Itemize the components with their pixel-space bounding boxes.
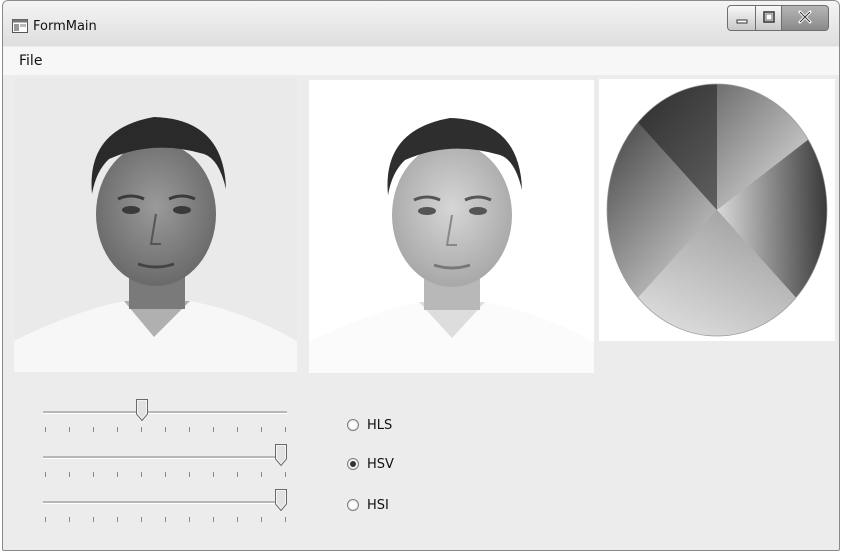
form-app-icon: [12, 19, 28, 33]
slider-tick: [189, 427, 190, 432]
close-button[interactable]: [781, 5, 829, 31]
slider-tick: [261, 427, 262, 432]
minimize-button[interactable]: [727, 5, 756, 31]
menu-bar: File: [3, 47, 839, 75]
radio-hsv[interactable]: HSV: [347, 454, 394, 474]
slider-tick: [45, 427, 46, 432]
maximize-button[interactable]: [755, 5, 782, 31]
slider-tick: [141, 517, 142, 522]
slider-tick: [141, 427, 142, 432]
slider-tick: [237, 517, 238, 522]
slider-tick: [93, 427, 94, 432]
color-wheel: [606, 83, 828, 337]
color-wheel-panel: [599, 79, 835, 341]
title-bar[interactable]: FormMain: [3, 1, 839, 46]
slider-tick: [285, 472, 286, 477]
slider-tick: [237, 472, 238, 477]
original-image: [14, 79, 297, 372]
radio-hls-circle[interactable]: [347, 419, 359, 431]
minimize-icon: [736, 19, 748, 24]
slider-tick: [189, 517, 190, 522]
slider-tick: [285, 517, 286, 522]
slider-tick: [213, 427, 214, 432]
processed-image: [309, 80, 594, 373]
radio-hls[interactable]: HLS: [347, 415, 392, 435]
slider-tick: [165, 427, 166, 432]
slider-tick: [213, 472, 214, 477]
slider-tick: [117, 517, 118, 522]
slider-1-thumb[interactable]: [136, 399, 148, 421]
face-photo-original: [14, 79, 297, 372]
slider-tick: [117, 427, 118, 432]
slider-tick: [213, 517, 214, 522]
face-photo-processed: [309, 80, 594, 373]
slider-3-thumb[interactable]: [275, 489, 287, 511]
slider-2[interactable]: [43, 444, 287, 484]
slider-tick: [69, 472, 70, 477]
slider-3[interactable]: [43, 489, 287, 529]
radio-hsv-label[interactable]: HSV: [367, 457, 394, 472]
window-title: FormMain: [33, 19, 97, 34]
slider-tick: [261, 472, 262, 477]
radio-hsi-label[interactable]: HSI: [367, 498, 389, 513]
slider-3-track[interactable]: [43, 501, 287, 504]
slider-tick: [93, 517, 94, 522]
radio-hsi-circle[interactable]: [347, 499, 359, 511]
slider-2-track[interactable]: [43, 456, 287, 459]
slider-1-track[interactable]: [43, 411, 287, 414]
app-window: FormMain File HLS HSV HSI: [2, 0, 840, 551]
radio-hls-label[interactable]: HLS: [367, 418, 392, 433]
radio-hsv-circle[interactable]: [347, 458, 359, 470]
slider-tick: [189, 472, 190, 477]
slider-tick: [141, 472, 142, 477]
slider-tick: [165, 472, 166, 477]
slider-tick: [45, 472, 46, 477]
slider-2-thumb[interactable]: [275, 444, 287, 466]
close-icon: [798, 10, 812, 24]
slider-tick: [165, 517, 166, 522]
slider-tick: [117, 472, 118, 477]
radio-hsi[interactable]: HSI: [347, 495, 389, 515]
slider-tick: [69, 517, 70, 522]
radio-selected-dot: [350, 461, 356, 467]
slider-tick: [93, 472, 94, 477]
slider-tick: [261, 517, 262, 522]
slider-tick: [237, 427, 238, 432]
slider-tick: [69, 427, 70, 432]
slider-1[interactable]: [43, 399, 287, 439]
maximize-icon: [763, 11, 775, 23]
slider-group: [33, 399, 303, 529]
slider-tick: [45, 517, 46, 522]
menu-file[interactable]: File: [13, 51, 48, 71]
slider-tick: [285, 427, 286, 432]
